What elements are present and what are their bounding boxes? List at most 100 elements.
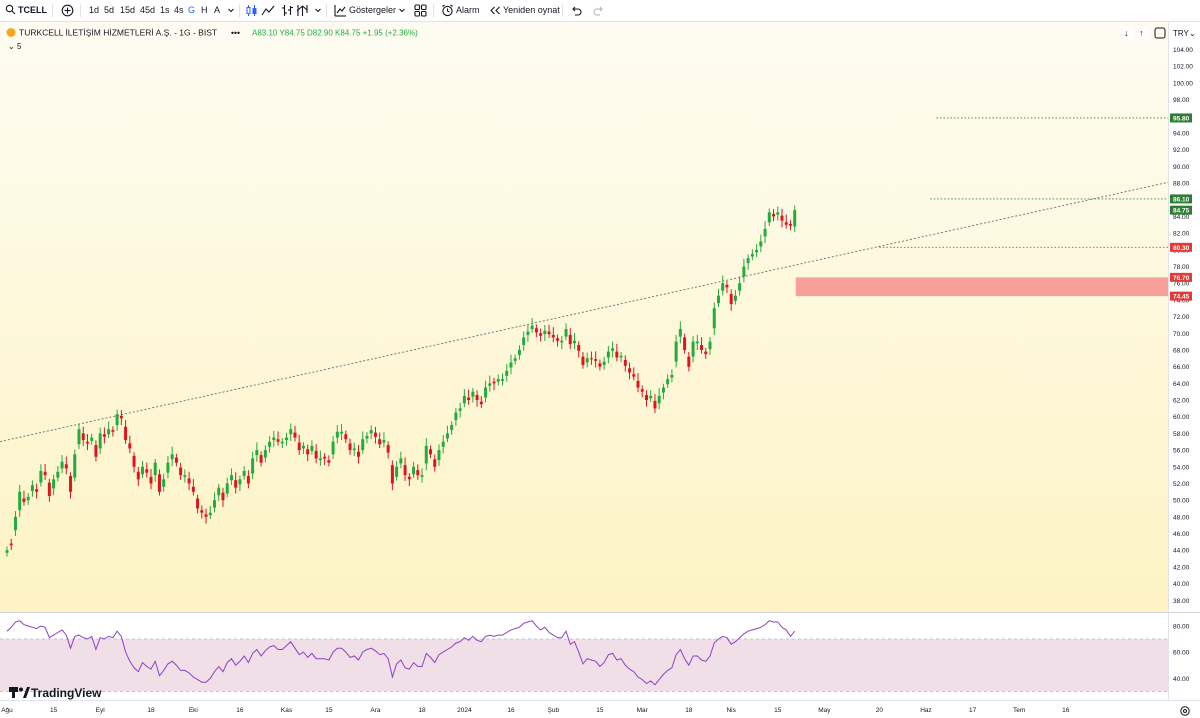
- candle-body: [200, 510, 204, 513]
- time-tick-label: Nis: [726, 707, 736, 714]
- symbol-logo-icon: [6, 28, 16, 37]
- price-tag-label: 95.80: [1173, 115, 1190, 122]
- candle-body: [318, 458, 322, 461]
- candle-body: [145, 469, 149, 473]
- candle-body: [738, 283, 742, 291]
- candle-body: [30, 485, 34, 491]
- candle-body: [382, 440, 386, 443]
- interval-5d-button[interactable]: 5d: [104, 4, 114, 17]
- candle-body: [157, 474, 161, 492]
- candle-body: [564, 329, 568, 337]
- candle-body: [102, 434, 106, 437]
- candle-body: [69, 475, 73, 492]
- replay-rewind-icon[interactable]: [489, 4, 501, 17]
- candle-body: [526, 331, 530, 335]
- candle-body: [755, 249, 759, 253]
- candle-body: [310, 445, 314, 451]
- candle-body: [492, 381, 496, 384]
- candle-body: [153, 462, 157, 476]
- legend-more-icon[interactable]: •••: [231, 28, 240, 38]
- candle-body: [81, 433, 85, 441]
- interval-15d-button[interactable]: 15d: [120, 4, 135, 17]
- candle-body: [619, 355, 623, 358]
- candle-body: [500, 379, 504, 381]
- toolbar-divider: [239, 4, 240, 17]
- legend-title[interactable]: TURKCELL İLETİŞİM HİZMETLERİ A.Ş. - 1G -…: [19, 28, 217, 38]
- candle-body: [229, 475, 233, 481]
- candle-body: [505, 370, 509, 376]
- settings-gear-icon[interactable]: [1180, 706, 1190, 716]
- candle-body: [560, 340, 564, 343]
- layouts-grid-icon[interactable]: [414, 4, 427, 17]
- candle-body: [712, 308, 716, 329]
- price-tick-label: 88.00: [1173, 181, 1190, 188]
- currency-chevron-icon[interactable]: ⌄: [1189, 29, 1196, 38]
- currency-label[interactable]: TRY: [1173, 29, 1190, 38]
- candle-body: [530, 325, 534, 330]
- chart-area[interactable]: 38.00 40.00 42.00 44.00 46.00 48.00 50.00 52.00…: [0, 22, 1200, 718]
- chart-type-chevron-icon[interactable]: [314, 4, 322, 17]
- price-tick-label: 72.00: [1173, 314, 1190, 321]
- indicator-toggle-chevron-icon[interactable]: ⌄: [8, 42, 15, 51]
- interval-1d-button[interactable]: 1d: [89, 4, 99, 17]
- candle-body: [695, 341, 699, 344]
- interval-dropdown-chevron-icon[interactable]: [227, 4, 235, 17]
- interval-45d-button[interactable]: 45d: [140, 4, 155, 17]
- interval-1s-button[interactable]: 1s: [160, 4, 170, 17]
- candle-body: [729, 294, 733, 305]
- candle-body: [285, 437, 289, 441]
- interval-daily-button[interactable]: G: [188, 4, 195, 17]
- candle-body: [47, 482, 51, 496]
- candle-body: [344, 434, 348, 440]
- time-axis[interactable]: Ağu 15 Eyl 18 Eki 16 Kas 15 Ara 18 2024 16 Şub 15 Mar 1…: [1, 707, 1070, 714]
- time-tick-label: 16: [507, 707, 515, 714]
- candle-body: [208, 512, 212, 516]
- toolbar-divider: [562, 4, 563, 17]
- candle-body: [475, 395, 479, 401]
- candle-body: [746, 258, 750, 264]
- time-tick-label: 15: [596, 707, 604, 714]
- candle-body: [98, 433, 102, 449]
- price-tick-label: 66.00: [1173, 364, 1190, 371]
- time-tick-label: 18: [418, 707, 426, 714]
- price-tick-label: 78.00: [1173, 264, 1190, 271]
- line-chart-type-icon[interactable]: [261, 4, 275, 17]
- candle-body: [217, 487, 221, 496]
- candle-body: [187, 478, 191, 484]
- symbol-name[interactable]: TCELL: [18, 4, 47, 17]
- candle-body: [437, 450, 441, 461]
- interval-weekly-button[interactable]: H: [201, 4, 208, 17]
- candle-body: [716, 295, 720, 304]
- indicator-template-icon[interactable]: [296, 4, 309, 17]
- bars-chart-type-icon[interactable]: [281, 4, 294, 17]
- candle-body: [331, 441, 335, 455]
- alarm-clock-icon[interactable]: [441, 4, 454, 17]
- symbol-search-icon[interactable]: [5, 4, 16, 17]
- rsi-axis[interactable]: 40.00 60.00 80.00: [1173, 623, 1190, 682]
- indicators-icon[interactable]: [334, 4, 347, 17]
- candle-body: [191, 486, 195, 492]
- replay-button[interactable]: Yeniden oynat: [503, 4, 560, 17]
- price-axis[interactable]: 38.00 40.00 42.00 44.00 46.00 48.00 50.00 52.00…: [1170, 47, 1193, 605]
- price-tick-label: 70.00: [1173, 331, 1190, 338]
- price-tick-label: 60.00: [1173, 414, 1190, 421]
- undo-icon[interactable]: [570, 4, 582, 17]
- candle-body: [255, 450, 259, 456]
- candle-body: [323, 456, 327, 459]
- time-tick-label: 15: [50, 707, 58, 714]
- legend-ohlc: A83.10 Y84.75 D82.90 K84.75 +1.95 (+2.36…: [252, 29, 418, 38]
- redo-icon[interactable]: [593, 4, 605, 17]
- indicators-button[interactable]: Göstergeler: [349, 4, 396, 17]
- interval-monthly-button[interactable]: A: [214, 4, 220, 17]
- candles-chart-type-icon[interactable]: [245, 4, 258, 17]
- time-tick-label: Mar: [637, 707, 649, 714]
- alarm-button[interactable]: Alarm: [456, 4, 480, 17]
- candle-body: [263, 450, 267, 458]
- interval-4s-button[interactable]: 4s: [174, 4, 184, 17]
- candle-body: [85, 441, 89, 444]
- compare-add-icon[interactable]: [61, 4, 74, 17]
- candle-body: [272, 437, 276, 441]
- indicators-chevron-icon[interactable]: [398, 4, 406, 17]
- candle-body: [420, 475, 424, 477]
- indicator-count[interactable]: 5: [17, 42, 22, 51]
